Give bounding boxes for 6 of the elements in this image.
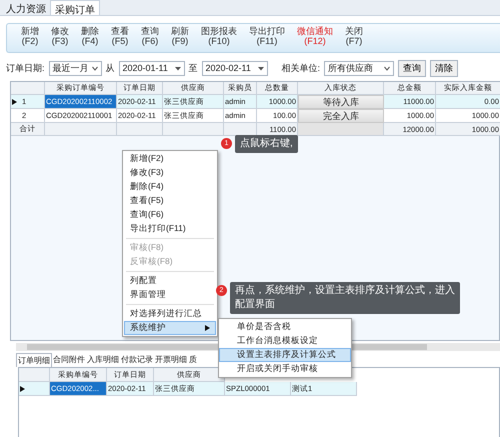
filter-label: 至 bbox=[188, 62, 198, 74]
filter-label: 相关单位: bbox=[282, 62, 320, 74]
filter-label: 订单日期: bbox=[6, 62, 45, 74]
callout: 再点，系统维护，设置主表排序及计算公式，进入配置界面 bbox=[230, 282, 460, 314]
filter-label: 从 bbox=[106, 62, 115, 74]
callout: 点鼠标右键, bbox=[235, 135, 298, 153]
